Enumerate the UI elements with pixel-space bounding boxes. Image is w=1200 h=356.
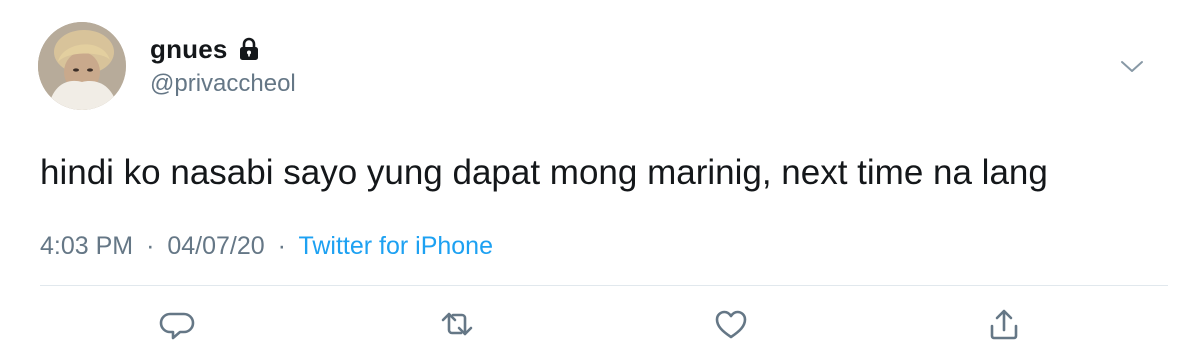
tweet-date[interactable]: 04/07/20 (167, 232, 264, 260)
display-name-text: gnues (150, 34, 228, 64)
avatar[interactable] (38, 22, 126, 110)
share-icon[interactable] (985, 306, 1023, 344)
lock-icon (238, 37, 260, 61)
heart-icon[interactable] (712, 306, 750, 342)
tweet-text: hindi ko nasabi sayo yung dapat mong mar… (40, 153, 1048, 192)
chevron-down-icon[interactable] (1118, 58, 1146, 76)
display-name[interactable]: gnues (150, 34, 260, 65)
tweet-source-link[interactable]: Twitter for iPhone (298, 232, 493, 260)
meta-separator: · (277, 232, 286, 260)
meta-separator: · (146, 232, 155, 260)
reply-icon[interactable] (158, 306, 196, 342)
tweet-time[interactable]: 4:03 PM (40, 232, 133, 260)
divider (40, 285, 1168, 286)
user-handle[interactable]: @privaccheol (150, 70, 296, 98)
retweet-icon[interactable] (437, 306, 477, 342)
tweet-meta: 4:03 PM · 04/07/20 · Twitter for iPhone (40, 232, 493, 261)
